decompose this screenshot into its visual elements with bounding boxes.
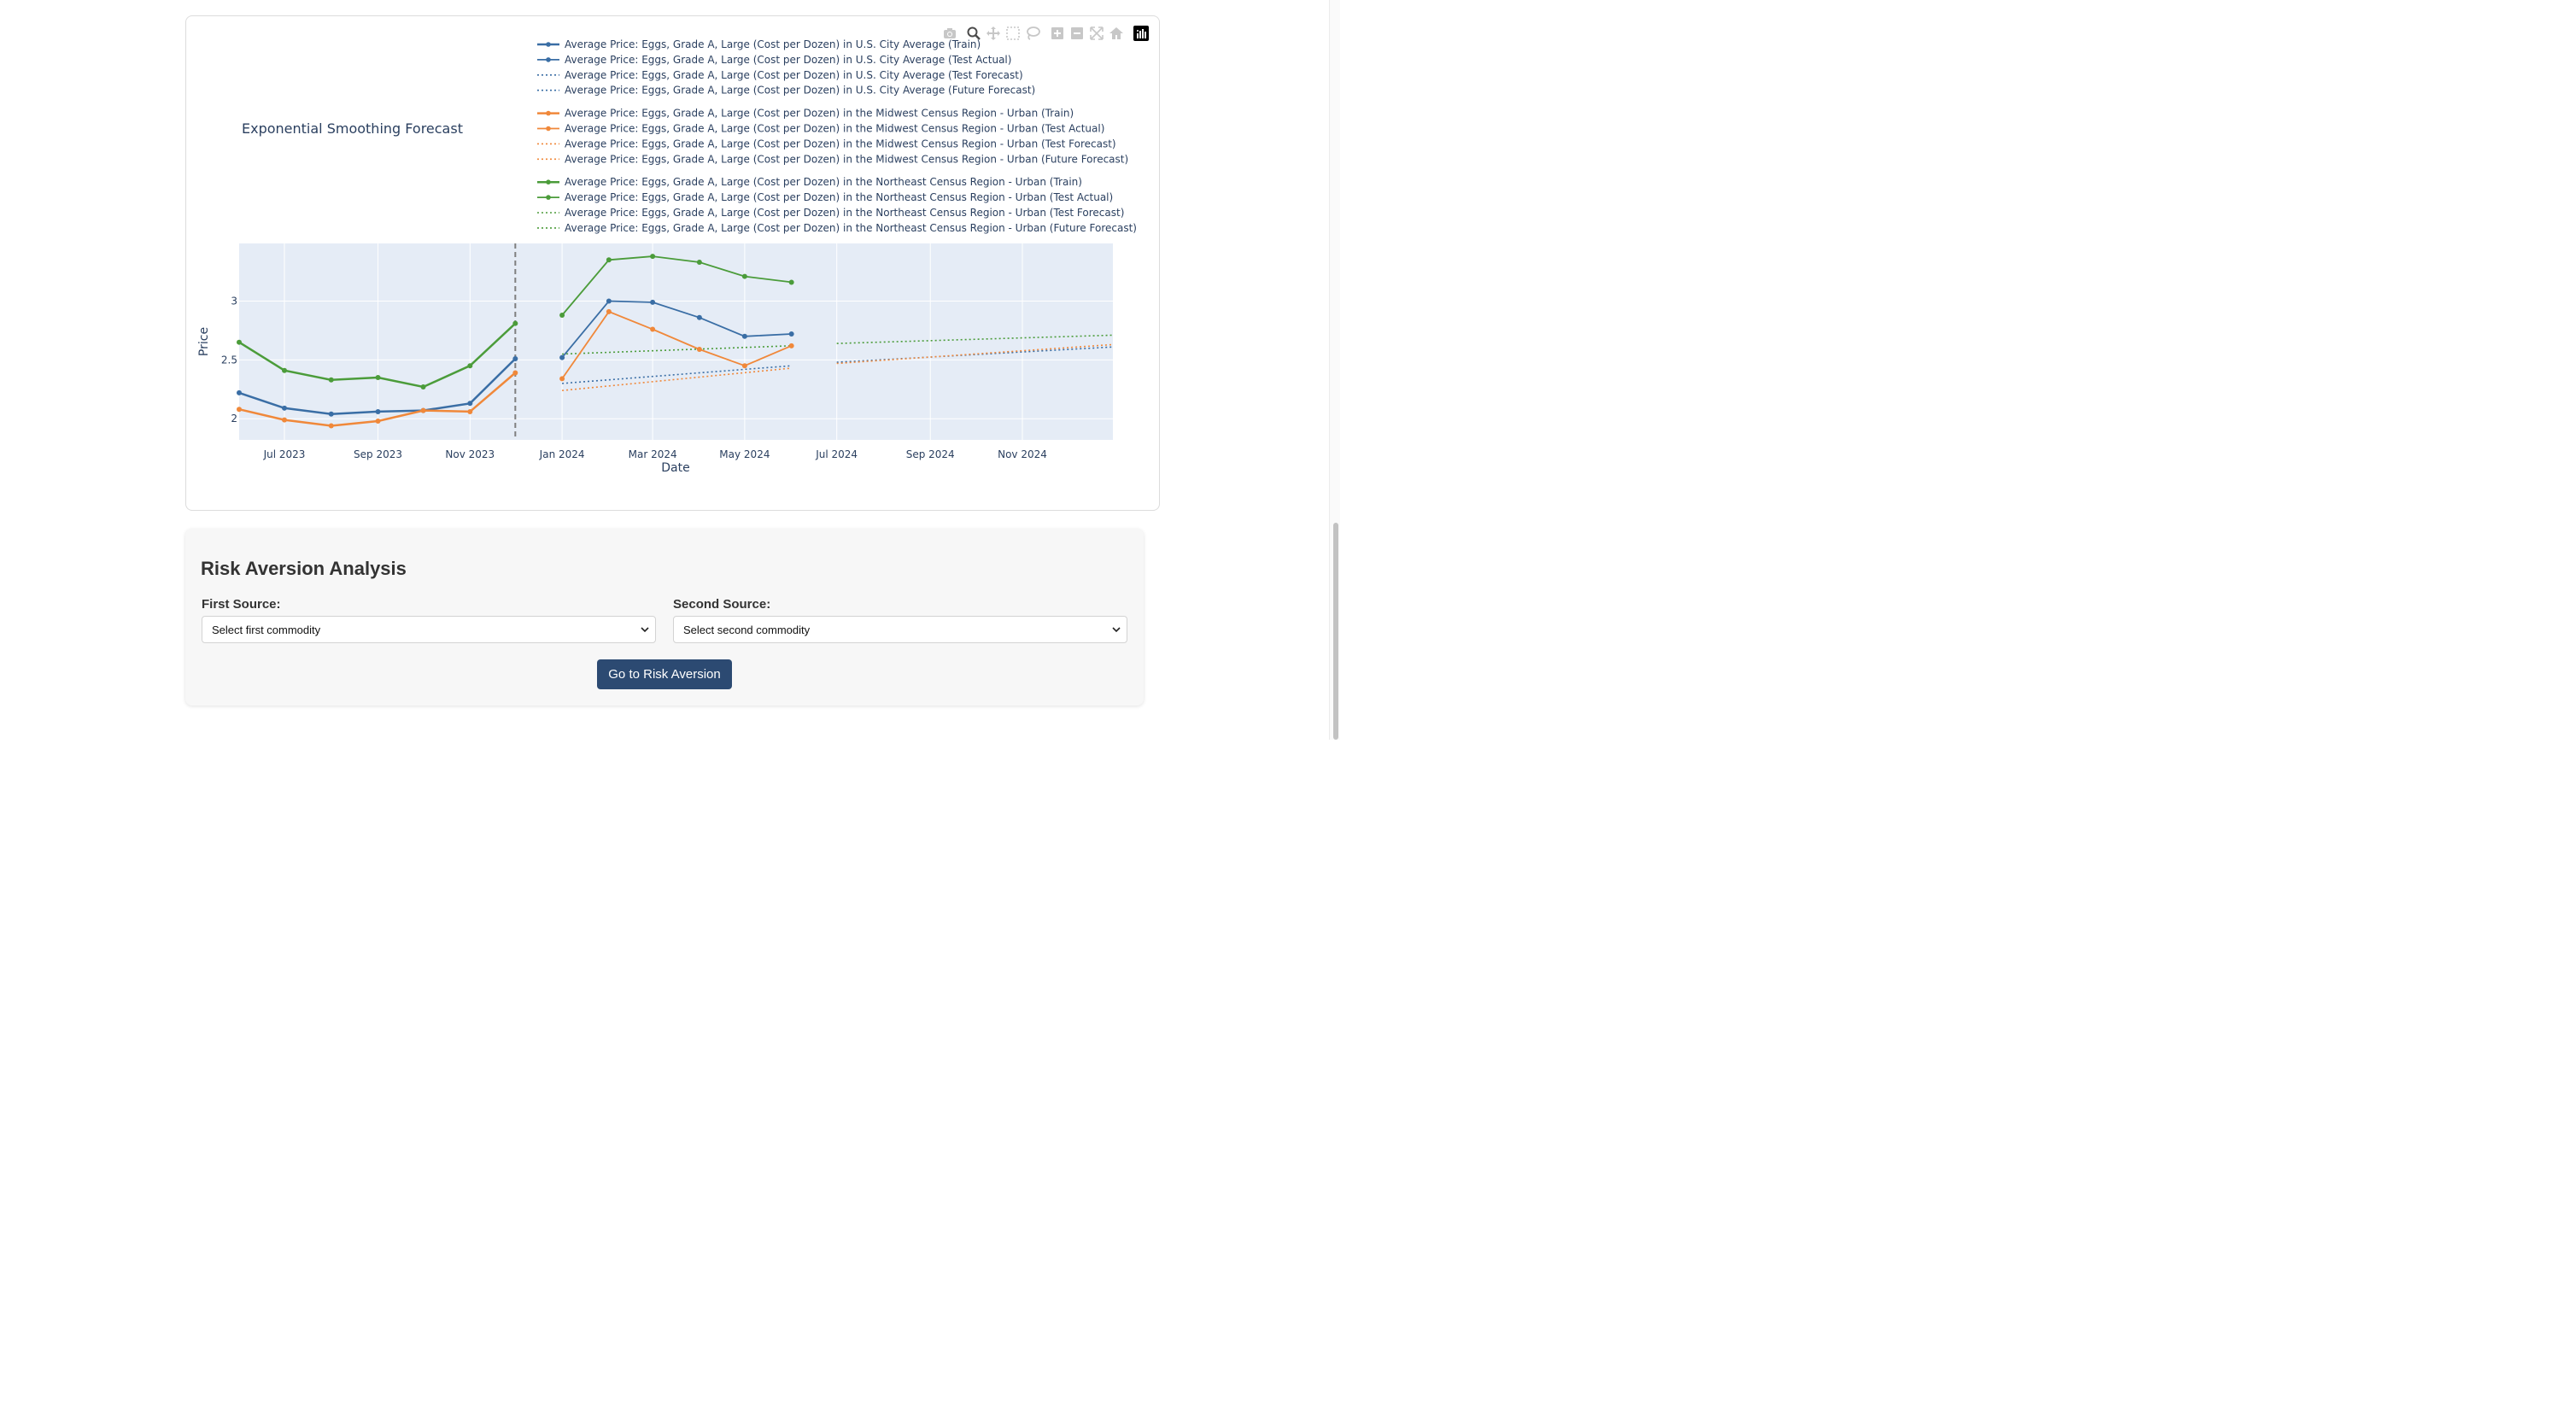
legend-entry-label: Average Price: Eggs, Grade A, Large (Cos… (565, 123, 1104, 135)
data-point (375, 408, 381, 414)
x-tick-label: Nov 2024 (998, 448, 1047, 460)
data-point (512, 320, 518, 326)
plot-area[interactable] (239, 243, 1113, 440)
x-tick-label: Nov 2023 (445, 448, 495, 460)
zoom-out-icon[interactable] (1069, 26, 1085, 41)
data-point (559, 313, 565, 319)
go-to-risk-aversion-button[interactable]: Go to Risk Aversion (597, 659, 732, 689)
data-point (741, 363, 747, 369)
data-point (559, 376, 565, 382)
legend-entry-label: Average Price: Eggs, Grade A, Large (Cos… (565, 69, 1023, 81)
data-point (788, 279, 794, 285)
data-point (237, 407, 242, 413)
data-point (420, 384, 426, 390)
x-tick-label: Jan 2024 (539, 448, 585, 460)
legend-marker (546, 179, 551, 184)
data-point (606, 257, 612, 263)
legend-entry-label: Average Price: Eggs, Grade A, Large (Cos… (565, 191, 1113, 203)
data-point (375, 418, 381, 424)
chart-title: Exponential Smoothing Forecast (242, 120, 463, 137)
legend-entry-label: Average Price: Eggs, Grade A, Large (Cos… (565, 153, 1128, 165)
first-commodity-selected-value: Select first commodity (212, 624, 321, 636)
pan-icon[interactable] (986, 26, 1001, 41)
data-point (282, 405, 288, 411)
data-point (741, 333, 747, 339)
x-axis-title: Date (661, 461, 689, 475)
box-select-icon[interactable] (1005, 26, 1021, 41)
second-commodity-select[interactable]: Select second commodity (673, 616, 1127, 643)
chevron-down-icon (641, 627, 649, 633)
legend-entry-label: Average Price: Eggs, Grade A, Large (Cos… (565, 108, 1074, 120)
chart-modebar (940, 26, 1149, 41)
lasso-icon[interactable] (1025, 26, 1040, 41)
data-point (696, 260, 702, 266)
legend-entry-label: Average Price: Eggs, Grade A, Large (Cos… (565, 138, 1116, 149)
scrollbar-thumb[interactable] (1333, 523, 1338, 740)
chevron-down-icon (1112, 627, 1121, 633)
data-point (467, 401, 473, 407)
legend-entry-label: Average Price: Eggs, Grade A, Large (Cos… (565, 176, 1082, 188)
data-point (282, 367, 288, 373)
legend-entry-label: Average Price: Eggs, Grade A, Large (Cos… (565, 54, 1011, 66)
y-axis-title: Price (197, 327, 211, 356)
legend-marker (546, 195, 551, 200)
data-point (237, 389, 242, 395)
x-tick-label: Sep 2023 (354, 448, 402, 460)
legend-entry-label: Average Price: Eggs, Grade A, Large (Cos… (565, 207, 1124, 219)
first-source-label: First Source: (202, 597, 281, 612)
data-point (788, 343, 794, 348)
data-point (606, 298, 612, 304)
data-point (512, 355, 518, 361)
data-point (467, 408, 473, 414)
second-commodity-selected-value: Select second commodity (683, 624, 811, 636)
data-point (328, 377, 334, 383)
data-point (237, 339, 242, 345)
data-point (788, 331, 794, 337)
zoom-in-icon[interactable] (1050, 26, 1065, 41)
data-point (650, 326, 656, 332)
data-point (328, 423, 334, 429)
data-point (741, 273, 747, 279)
reset-axes-icon[interactable] (1109, 26, 1124, 41)
legend-marker (546, 110, 551, 116)
plotly-logo-icon[interactable] (1133, 26, 1149, 41)
data-point (606, 308, 612, 314)
y-tick-label: 2.5 (221, 354, 237, 366)
data-point (467, 363, 473, 369)
x-tick-label: Sep 2024 (906, 448, 955, 460)
data-point (650, 254, 656, 260)
legend-marker (546, 126, 551, 132)
data-point (328, 411, 334, 417)
camera-icon[interactable] (942, 26, 957, 41)
x-tick-label: Jul 2024 (815, 448, 858, 460)
risk-section-title: Risk Aversion Analysis (201, 558, 407, 579)
y-tick-label: 3 (231, 295, 237, 307)
x-tick-label: May 2024 (719, 448, 770, 460)
first-commodity-select[interactable]: Select first commodity (202, 616, 656, 643)
x-tick-label: Jul 2023 (263, 448, 306, 460)
legend-entry-label: Average Price: Eggs, Grade A, Large (Cos… (565, 38, 981, 50)
data-point (375, 375, 381, 381)
data-point (696, 346, 702, 352)
data-point (650, 299, 656, 305)
legend-entry-label: Average Price: Eggs, Grade A, Large (Cos… (565, 85, 1035, 97)
legend: Average Price: Eggs, Grade A, Large (Cos… (537, 38, 1137, 234)
data-point (559, 354, 565, 360)
y-tick-label: 2 (231, 413, 237, 425)
second-source-label: Second Source: (673, 597, 771, 612)
data-point (512, 370, 518, 376)
data-point (420, 407, 426, 413)
data-point (282, 417, 288, 423)
autoscale-icon[interactable] (1089, 26, 1104, 41)
legend-marker (546, 57, 551, 62)
x-tick-label: Mar 2024 (629, 448, 677, 460)
data-point (696, 314, 702, 320)
legend-marker (546, 42, 551, 47)
zoom-icon[interactable] (966, 26, 981, 41)
forecast-chart[interactable]: Jul 2023 Sep 2023 Nov 2023 Jan 2024 Mar 2024… (0, 0, 1339, 512)
legend-entry-label: Average Price: Eggs, Grade A, Large (Cos… (565, 222, 1137, 234)
